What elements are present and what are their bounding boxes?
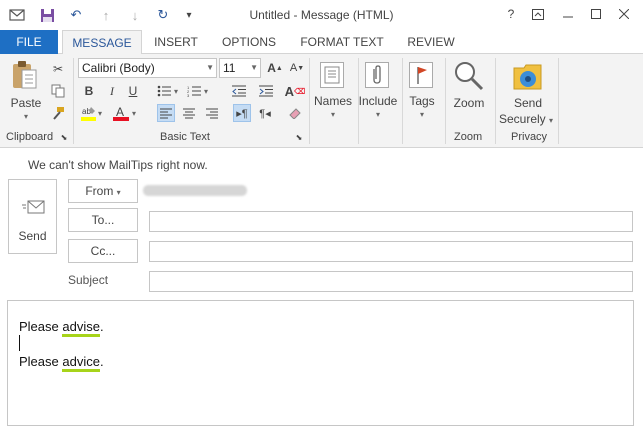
tab-review[interactable]: REVIEW <box>403 30 459 54</box>
ribbon-tabs: FILE MESSAGE INSERT OPTIONS FORMAT TEXT … <box>0 30 643 55</box>
grow-font-icon[interactable]: A ▲ <box>266 59 284 77</box>
clipboard-launcher-icon[interactable]: ⬊ <box>59 131 69 143</box>
tab-message[interactable]: MESSAGE <box>62 30 142 55</box>
decrease-indent-icon[interactable] <box>230 82 248 100</box>
tags-dropdown-icon[interactable]: ▾ <box>402 110 442 119</box>
align-center-icon[interactable] <box>180 104 198 122</box>
mailtips-infobar: We can't show MailTips right now. <box>28 158 208 172</box>
ribbon-display-options-icon[interactable] <box>527 4 549 24</box>
numbering-dropdown-icon[interactable]: ▾ <box>201 82 211 100</box>
include-dropdown-icon[interactable]: ▾ <box>356 110 400 119</box>
body-text: Please <box>19 354 63 369</box>
group-separator <box>558 58 559 144</box>
subject-label: Subject <box>68 273 109 287</box>
styles-eraser-icon[interactable] <box>286 104 304 122</box>
attach-icon[interactable] <box>365 62 389 88</box>
grammar-flagged-word[interactable]: advice <box>62 354 100 372</box>
close-button[interactable] <box>613 4 635 24</box>
send-securely-dropdown-icon: ▾ <box>549 116 554 125</box>
zoom-group-label: Zoom <box>454 131 483 143</box>
text-cursor <box>19 335 20 351</box>
send-securely-button[interactable]: Securely ▾ <box>496 112 556 126</box>
names-button[interactable]: Names <box>312 94 354 108</box>
cut-icon[interactable]: ✂ <box>49 60 67 78</box>
increase-indent-icon[interactable] <box>257 82 275 100</box>
chevron-down-icon: ▼ <box>206 63 214 72</box>
paste-button[interactable]: Paste <box>6 96 46 110</box>
tab-file[interactable]: FILE <box>0 30 58 54</box>
font-size-combo[interactable]: 11 ▼ <box>219 58 261 78</box>
zoom-button[interactable]: Zoom <box>448 96 490 110</box>
clipboard-group-label: Clipboard <box>6 131 54 143</box>
tags-button[interactable]: Tags <box>402 94 442 108</box>
from-button[interactable]: From ▾ <box>68 179 138 203</box>
from-address-redacted <box>143 185 247 196</box>
to-field[interactable] <box>149 211 633 232</box>
zoom-magnifier-icon[interactable] <box>453 60 485 92</box>
send-label: Send <box>18 229 47 243</box>
body-line-2: Please advice. <box>19 354 104 372</box>
send-securely-line1[interactable]: Send <box>498 96 558 110</box>
align-right-icon[interactable] <box>203 104 221 122</box>
send-securely-icon[interactable] <box>511 60 545 94</box>
paste-icon[interactable] <box>10 60 40 92</box>
font-name-combo[interactable]: Calibri (Body) ▼ <box>78 58 217 78</box>
message-body[interactable]: Please advise. Please advice. <box>7 300 634 426</box>
ribbon: Paste ▾ ✂ Clipboard ⬊ Calibri (Body) ▼ 1… <box>0 54 643 148</box>
cc-field[interactable] <box>149 241 633 262</box>
basic-text-group-label: Basic Text <box>160 131 210 143</box>
cc-button[interactable]: Cc... <box>68 239 138 263</box>
group-separator <box>445 58 446 144</box>
flag-icon[interactable] <box>409 62 433 88</box>
font-size-value: 11 <box>223 61 236 75</box>
help-button[interactable]: ? <box>500 4 522 24</box>
font-name-value: Calibri (Body) <box>82 61 155 75</box>
paste-dropdown-icon[interactable]: ▾ <box>6 112 46 121</box>
from-dropdown-icon: ▾ <box>116 188 121 197</box>
privacy-group-label: Privacy <box>511 131 548 143</box>
minimize-button[interactable] <box>557 4 579 24</box>
tab-options[interactable]: OPTIONS <box>219 30 279 54</box>
to-button[interactable]: To... <box>68 208 138 232</box>
bold-button[interactable]: B <box>80 82 98 100</box>
font-color-icon[interactable]: A <box>112 104 130 122</box>
body-text: Please <box>19 319 63 334</box>
grammar-flagged-word[interactable]: advise <box>62 319 100 337</box>
maximize-button[interactable] <box>585 4 607 24</box>
subject-field[interactable] <box>149 271 633 292</box>
format-painter-icon[interactable] <box>49 104 67 122</box>
font-color-dropdown-icon[interactable]: ▾ <box>129 104 139 122</box>
send-envelope-icon <box>22 198 46 216</box>
body-text: . <box>99 354 104 369</box>
svg-text:3: 3 <box>187 93 190 97</box>
send-securely-line2: Securely <box>498 112 546 126</box>
right-to-left-icon[interactable]: ¶◂ <box>256 104 274 122</box>
basic-text-launcher-icon[interactable]: ⬊ <box>294 131 304 143</box>
send-button[interactable]: Send <box>8 179 57 254</box>
align-left-icon[interactable] <box>157 104 175 122</box>
names-dropdown-icon[interactable]: ▾ <box>312 110 354 119</box>
group-separator <box>495 58 496 144</box>
body-text: . <box>99 319 104 334</box>
italic-button[interactable]: I <box>103 82 121 100</box>
address-book-icon[interactable] <box>320 62 344 88</box>
include-button[interactable]: Include <box>356 94 400 108</box>
body-line-1: Please advise. <box>19 319 104 337</box>
from-label: From <box>85 184 114 198</box>
tab-insert[interactable]: INSERT <box>150 30 202 54</box>
copy-icon[interactable] <box>49 82 67 100</box>
bullets-dropdown-icon[interactable]: ▾ <box>171 82 181 100</box>
chevron-down-icon: ▼ <box>250 63 258 72</box>
highlight-dropdown-icon[interactable]: ▾ <box>95 104 105 122</box>
clear-formatting-icon[interactable]: A ⌫ <box>285 82 306 100</box>
group-separator <box>309 58 310 144</box>
title-bar: ↶ ↑ ↓ ↻ ▾ Untitled - Message (HTML) ? <box>0 0 643 30</box>
shrink-font-icon[interactable]: A ▼ <box>288 59 306 77</box>
group-separator <box>73 58 74 144</box>
tab-format-text[interactable]: FORMAT TEXT <box>296 30 388 54</box>
underline-button[interactable]: U <box>124 82 142 100</box>
left-to-right-icon[interactable]: ▸¶ <box>233 104 251 122</box>
svg-text:A: A <box>116 105 124 119</box>
